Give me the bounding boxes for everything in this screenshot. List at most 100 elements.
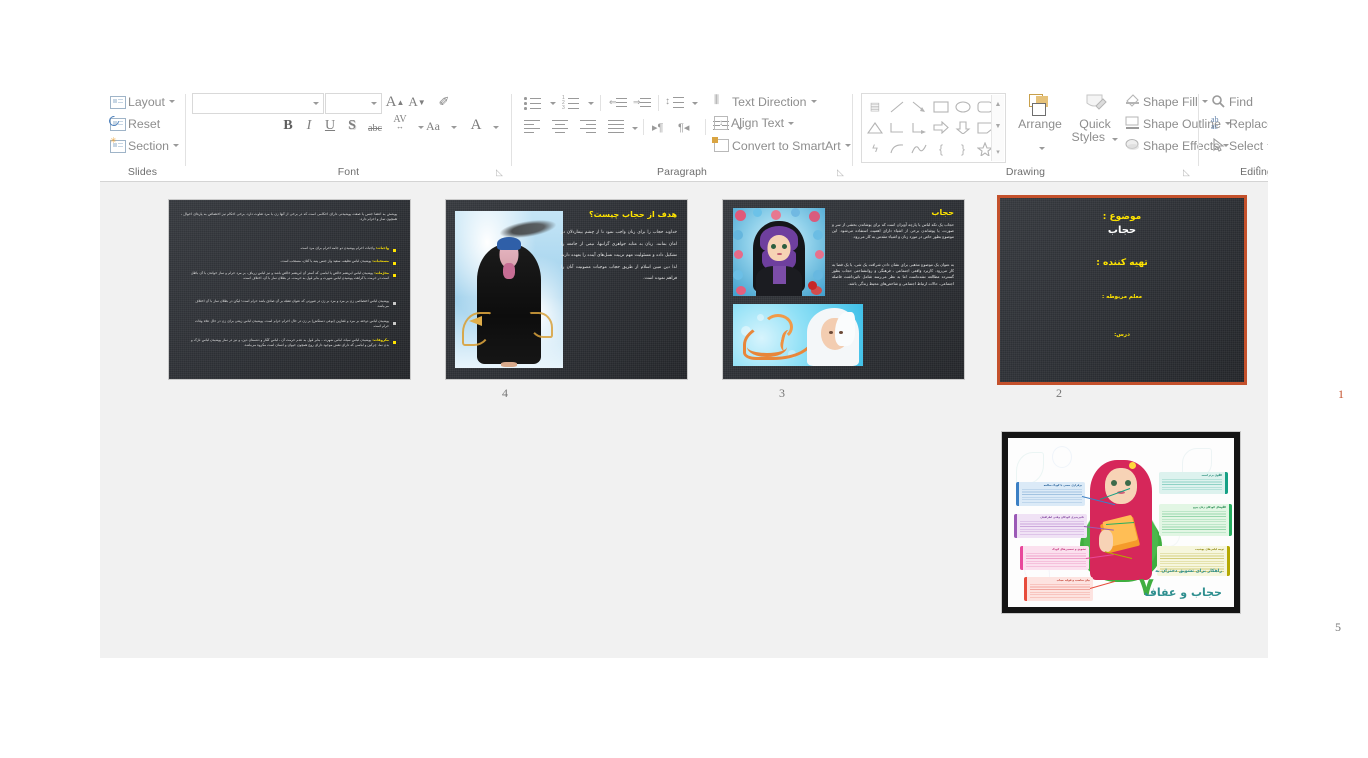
- quick-styles-label-2: Styles: [1071, 130, 1106, 144]
- align-text-icon: ↕: [714, 116, 728, 130]
- ltr-text-direction-icon[interactable]: ▸¶: [652, 121, 663, 134]
- shape-line-icon[interactable]: [886, 96, 908, 117]
- shape-right-brace-icon[interactable]: }: [952, 138, 974, 159]
- slide-thumbnail-2[interactable]: حجاب حجاب یک تکه لباس یا پارچه آویزان اس…: [722, 199, 1062, 415]
- slide-canvas-5[interactable]: برقراری حسی با کودک سالخه تاثیرپذیری کود…: [1001, 431, 1241, 614]
- replace-label: Replace: [1229, 116, 1268, 131]
- toolbar-divider: [705, 119, 706, 135]
- slide-canvas-4[interactable]: پوشش به اعضا جنس یا صفت پوشیدنی دارای اح…: [168, 199, 411, 380]
- slide1-line-2: تهیه کننده :: [1096, 258, 1148, 268]
- chevron-down-icon: [788, 121, 795, 125]
- slide-sorter-pane[interactable]: پوشش به اعضا جنس یا صفت پوشیدنی دارای اح…: [100, 182, 1344, 658]
- justify-icon[interactable]: [608, 120, 624, 134]
- font-size-combo[interactable]: [325, 93, 382, 114]
- slide-canvas-3[interactable]: هدف از حجاب چیست؟ خداوند حجاب را برای زن…: [445, 199, 688, 380]
- cursor-icon: [1211, 137, 1226, 153]
- shape-textbox-icon[interactable]: ▤: [864, 96, 886, 117]
- find-button[interactable]: Find: [1211, 94, 1253, 109]
- chevron-down-icon: [550, 102, 556, 105]
- arrange-label: Arrange: [1018, 117, 1062, 131]
- font-color-button[interactable]: A: [468, 115, 484, 135]
- slide4-bullet-1: مستحبات: پوشیدن لباس نظیف، سفید واز جنس …: [280, 259, 389, 263]
- section-button[interactable]: ✳ Section: [110, 137, 180, 153]
- slide1-line-4: درس:: [1114, 332, 1130, 338]
- slide-background: [169, 200, 410, 379]
- chevron-down-icon: [173, 144, 180, 147]
- arrange-button[interactable]: Arrange: [1011, 94, 1069, 153]
- shape-freeform-icon[interactable]: ϟ: [864, 138, 886, 159]
- scroll-up-icon[interactable]: ▲: [992, 95, 1004, 113]
- chevron-down-icon: [313, 102, 319, 105]
- drawing-dialog-launcher[interactable]: ◺: [1183, 168, 1192, 177]
- slide-thumbnail-4[interactable]: پوشش به اعضا جنس یا صفت پوشیدنی دارای اح…: [168, 199, 508, 415]
- shrink-font-button[interactable]: A ▼: [407, 92, 427, 112]
- collapse-ribbon-icon[interactable]: ⌃: [1254, 164, 1263, 177]
- shapes-more-icon[interactable]: ▾: [992, 143, 1004, 161]
- align-right-icon[interactable]: [580, 120, 596, 134]
- shape-arrow-icon[interactable]: [908, 96, 930, 117]
- callout-0: برقراری حسی با کودک سالخه: [1016, 482, 1085, 506]
- underline-button[interactable]: U: [322, 116, 338, 136]
- slide5-title-big: حجاب و عفاف: [1144, 586, 1222, 599]
- slide-thumbnail-3[interactable]: هدف از حجاب چیست؟ خداوند حجاب را برای زن…: [445, 199, 785, 415]
- font-color-label: A: [470, 116, 482, 133]
- font-dialog-launcher[interactable]: ◺: [496, 168, 505, 177]
- reset-button[interactable]: Reset: [106, 113, 161, 131]
- shape-fill-button[interactable]: Shape Fill: [1125, 94, 1208, 109]
- character-spacing-button[interactable]: AV ↔: [389, 113, 411, 133]
- rtl-text-direction-icon[interactable]: ¶◂: [678, 121, 689, 134]
- increase-indent-icon[interactable]: ⇒: [633, 96, 652, 110]
- shape-elbow-connector-icon[interactable]: [886, 117, 908, 138]
- shape-oval-icon[interactable]: [952, 96, 974, 117]
- scroll-down-icon[interactable]: ▼: [992, 117, 1004, 135]
- font-name-combo[interactable]: [192, 93, 324, 114]
- align-text-button[interactable]: ↕ Align Text: [714, 116, 795, 130]
- numbering-icon[interactable]: 1 2 3: [562, 96, 580, 111]
- slide-number-1: 1: [1338, 387, 1344, 401]
- layout-button[interactable]: Layout: [110, 94, 175, 109]
- shape-outline-icon: [1125, 116, 1140, 131]
- convert-to-smartart-button[interactable]: Convert to SmartArt: [712, 137, 851, 153]
- shape-arc-icon[interactable]: [886, 138, 908, 159]
- grow-font-button[interactable]: A ▲: [385, 92, 405, 112]
- change-case-button[interactable]: Aa: [422, 116, 444, 136]
- shape-triangle-icon[interactable]: [864, 117, 886, 138]
- quick-styles-icon: [1082, 94, 1108, 116]
- slide2-para-1: به عنوان یک موضوع مذهبی برای نشان دادن ش…: [832, 262, 954, 286]
- group-label-drawing: Drawing: [1005, 166, 1046, 178]
- bullets-icon[interactable]: [524, 96, 542, 110]
- shapes-gallery[interactable]: ▤ ϟ { } ▲ ▼ ▾: [861, 93, 1006, 163]
- quick-styles-label-1: Quick: [1079, 117, 1111, 131]
- slide-thumbnail-1[interactable]: موضوع : حجاب تهیه کننده : معلم مربوطه : …: [997, 195, 1344, 417]
- shape-rectangle-icon[interactable]: [930, 96, 952, 117]
- slide-canvas-1[interactable]: موضوع : حجاب تهیه کننده : معلم مربوطه : …: [997, 195, 1247, 385]
- shape-elbow-arrow-icon[interactable]: [908, 117, 930, 138]
- toolbar-divider: [658, 95, 659, 111]
- text-direction-button[interactable]: ⫼ Text Direction: [714, 94, 817, 109]
- select-button[interactable]: Select: [1211, 137, 1268, 153]
- paragraph-dialog-launcher[interactable]: ◺: [837, 168, 846, 177]
- text-shadow-button[interactable]: S: [344, 116, 360, 136]
- shapes-gallery-scrollbar[interactable]: ▲ ▼ ▾: [991, 95, 1004, 161]
- shape-down-arrow-icon[interactable]: [952, 117, 974, 138]
- line-spacing-icon[interactable]: ↕: [665, 96, 685, 110]
- slide-thumbnail-5[interactable]: برقراری حسی با کودک سالخه تاثیرپذیری کود…: [1001, 431, 1341, 647]
- slide-canvas-2[interactable]: حجاب حجاب یک تکه لباس یا پارچه آویزان اس…: [722, 199, 965, 380]
- align-left-icon[interactable]: [524, 120, 540, 134]
- slide4-bullet-2: محرّمات: پوشیدن لباس ابریشم خالص یا لباس…: [191, 271, 390, 280]
- strikethrough-button[interactable]: abc: [364, 118, 386, 138]
- replace-button[interactable]: abac Replace: [1211, 116, 1268, 131]
- clear-formatting-icon[interactable]: ✐: [434, 92, 454, 112]
- bold-button[interactable]: B: [280, 116, 296, 136]
- shape-left-brace-icon[interactable]: {: [930, 138, 952, 159]
- decrease-indent-icon[interactable]: ⇐: [609, 96, 628, 110]
- reset-label: Reset: [128, 116, 161, 131]
- align-center-icon[interactable]: [552, 120, 568, 134]
- quick-styles-button[interactable]: Quick Styles: [1071, 94, 1119, 144]
- italic-button[interactable]: I: [301, 116, 317, 136]
- group-label-paragraph: Paragraph: [657, 166, 707, 178]
- shape-right-arrow-icon[interactable]: [930, 117, 952, 138]
- shape-curve-icon[interactable]: [908, 138, 930, 159]
- text-direction-icon: ⫼: [714, 94, 720, 106]
- ribbon-home-tab: Layout Reset ✳ Section Slides A ▲ A ▼ ✐ …: [100, 90, 1268, 182]
